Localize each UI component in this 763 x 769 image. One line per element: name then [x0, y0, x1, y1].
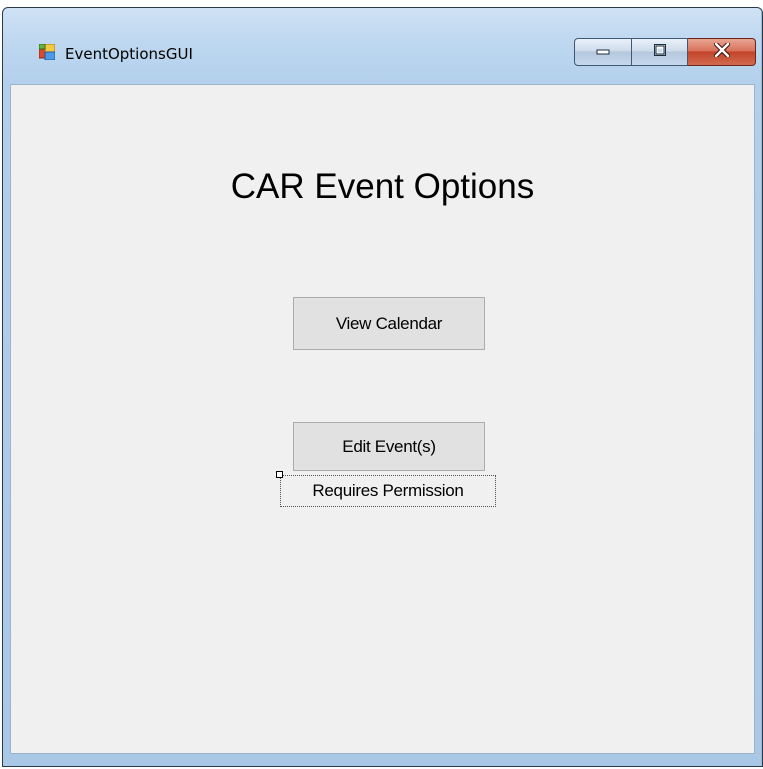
- requires-permission-label[interactable]: Requires Permission: [280, 475, 496, 507]
- close-icon: [713, 41, 730, 62]
- caption-buttons: [574, 38, 756, 66]
- title-bar[interactable]: EventOptionsGUI: [3, 8, 762, 84]
- maximize-icon: [653, 43, 667, 62]
- form-client-area: CAR Event Options View Calendar Edit Eve…: [10, 84, 755, 754]
- window-title: EventOptionsGUI: [65, 45, 193, 63]
- close-button[interactable]: [688, 38, 756, 66]
- window-right-edge: [761, 8, 762, 766]
- edit-events-button[interactable]: Edit Event(s): [293, 422, 485, 471]
- maximize-button[interactable]: [632, 38, 688, 66]
- view-calendar-button[interactable]: View Calendar: [293, 297, 485, 350]
- app-window: EventOptionsGUI CAR Event Options View C…: [2, 7, 763, 767]
- page-title: CAR Event Options: [230, 167, 535, 206]
- minimize-button[interactable]: [574, 38, 632, 66]
- selection-handle[interactable]: [276, 471, 283, 478]
- windows-forms-app-icon: [38, 43, 56, 61]
- minimize-icon: [595, 43, 611, 61]
